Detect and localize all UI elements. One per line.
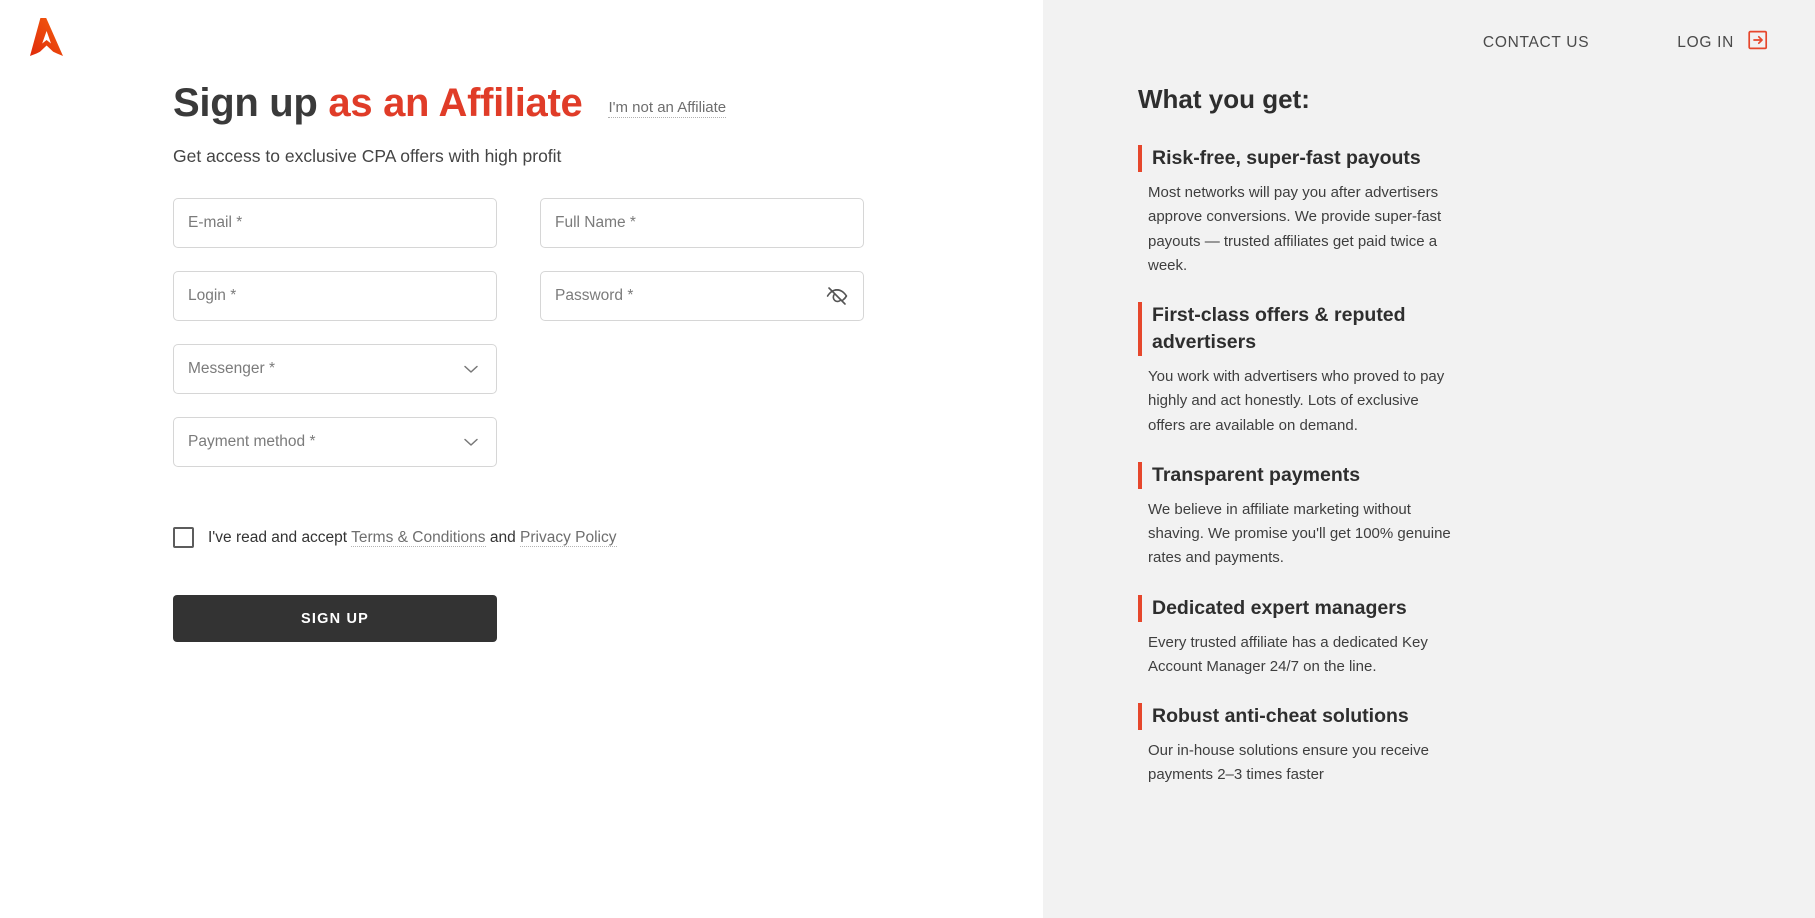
privacy-policy-link[interactable]: Privacy Policy	[520, 529, 616, 547]
benefit-heading: Transparent payments	[1138, 462, 1458, 489]
full-name-field[interactable]: Full Name *	[540, 198, 864, 248]
title-row: Sign up as an Affiliate I'm not an Affil…	[173, 80, 933, 126]
not-an-affiliate-link[interactable]: I'm not an Affiliate	[608, 99, 726, 118]
login-placeholder: Login *	[174, 287, 236, 305]
form-row-3: Messenger *	[173, 344, 933, 394]
payment-method-placeholder: Payment method *	[174, 433, 316, 451]
form-fields: E-mail * Full Name * Login * Password *	[173, 198, 933, 467]
login-arrow-icon	[1747, 29, 1769, 56]
password-field[interactable]: Password *	[540, 271, 864, 321]
terms-and-conditions-link[interactable]: Terms & Conditions	[351, 529, 485, 547]
log-in-button[interactable]: LOG IN	[1677, 29, 1769, 56]
benefit-body: You work with advertisers who proved to …	[1138, 365, 1458, 438]
messenger-placeholder: Messenger *	[174, 360, 275, 378]
brand-logo-icon[interactable]	[27, 15, 67, 59]
sign-up-button[interactable]: SIGN UP	[173, 595, 497, 642]
email-placeholder: E-mail *	[174, 214, 242, 232]
page-title: Sign up as an Affiliate	[173, 80, 582, 126]
signup-panel: Sign up as an Affiliate I'm not an Affil…	[0, 0, 1043, 918]
page-title-plain: Sign up	[173, 81, 318, 125]
benefit-body: Most networks will pay you after adverti…	[1138, 181, 1458, 278]
benefit-heading: First-class offers & reputed advertisers	[1138, 302, 1458, 356]
benefits-title: What you get:	[1138, 84, 1758, 115]
signup-form: Sign up as an Affiliate I'm not an Affil…	[173, 80, 933, 642]
signup-page: Sign up as an Affiliate I'm not an Affil…	[0, 0, 1815, 918]
chevron-down-icon[interactable]	[462, 360, 480, 378]
benefit-heading: Risk-free, super-fast payouts	[1138, 145, 1458, 172]
login-field[interactable]: Login *	[173, 271, 497, 321]
messenger-select[interactable]: Messenger *	[173, 344, 497, 394]
form-row-2: Login * Password *	[173, 271, 933, 321]
log-in-label: LOG IN	[1677, 34, 1734, 52]
terms-label: I've read and accept Terms & Conditions …	[208, 529, 617, 547]
terms-row: I've read and accept Terms & Conditions …	[173, 527, 933, 548]
benefit-body: Our in-house solutions ensure you receiv…	[1138, 739, 1458, 788]
benefit-item: First-class offers & reputed advertisers…	[1138, 302, 1758, 438]
contact-us-link[interactable]: CONTACT US	[1483, 34, 1589, 52]
benefit-heading: Robust anti-cheat solutions	[1138, 703, 1458, 730]
page-subtitle: Get access to exclusive CPA offers with …	[173, 146, 933, 167]
top-navigation: CONTACT US LOG IN	[1483, 29, 1769, 56]
email-field[interactable]: E-mail *	[173, 198, 497, 248]
terms-prefix: I've read and accept	[208, 529, 347, 546]
full-name-placeholder: Full Name *	[541, 214, 636, 232]
benefits-list: What you get: Risk-free, super-fast payo…	[1138, 84, 1758, 812]
terms-conjunction: and	[490, 529, 516, 546]
password-placeholder: Password *	[541, 287, 633, 305]
benefit-item: Robust anti-cheat solutions Our in-house…	[1138, 703, 1758, 788]
page-title-accent: as an Affiliate	[328, 81, 582, 125]
benefit-heading: Dedicated expert managers	[1138, 595, 1458, 622]
terms-checkbox[interactable]	[173, 527, 194, 548]
form-row-1: E-mail * Full Name *	[173, 198, 933, 248]
benefit-item: Risk-free, super-fast payouts Most netwo…	[1138, 145, 1758, 278]
form-row-4: Payment method *	[173, 417, 933, 467]
payment-method-select[interactable]: Payment method *	[173, 417, 497, 467]
chevron-down-icon[interactable]	[462, 433, 480, 451]
benefit-item: Dedicated expert managers Every trusted …	[1138, 595, 1758, 680]
benefit-body: We believe in affiliate marketing withou…	[1138, 498, 1458, 571]
benefits-panel: CONTACT US LOG IN What you get: Risk-fre…	[1043, 0, 1815, 918]
benefit-body: Every trusted affiliate has a dedicated …	[1138, 631, 1458, 680]
benefit-item: Transparent payments We believe in affil…	[1138, 462, 1758, 571]
eye-off-icon[interactable]	[824, 283, 850, 309]
